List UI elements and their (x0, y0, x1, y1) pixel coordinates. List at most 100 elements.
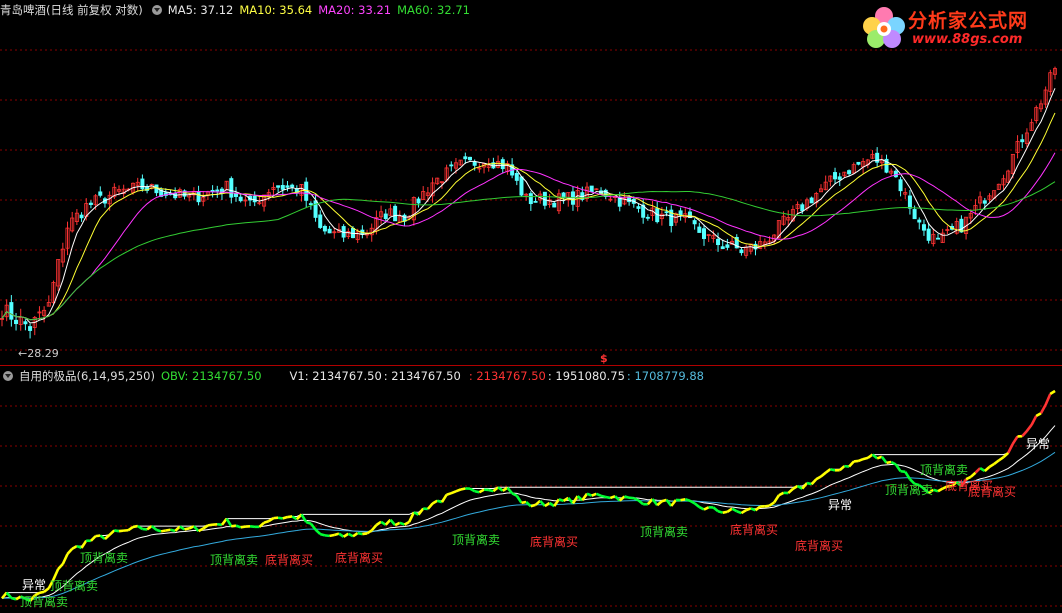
obv-segment (333, 532, 340, 537)
obv-segment (1030, 415, 1038, 426)
obv-segment (693, 502, 701, 509)
obv-segment (277, 516, 283, 520)
obv-segment (394, 521, 401, 527)
obv-segment (440, 494, 448, 503)
obv-segment (871, 453, 878, 460)
indicator-title: 自用的极品(6,14,95,250) (19, 369, 155, 383)
obv-segment (156, 528, 162, 533)
anomaly-label: 异常 (828, 498, 852, 512)
obv-segment (886, 460, 892, 465)
candle-down (725, 244, 730, 248)
obv-segment (108, 529, 116, 536)
obv-segment (450, 490, 457, 495)
candle-down (280, 185, 285, 190)
ma10-line (1, 112, 1056, 321)
v4-value: : 1951080.75 (547, 369, 625, 383)
obv-segment (231, 524, 237, 528)
candle-down (196, 190, 201, 203)
price-panel[interactable]: 青岛啤酒(日线 前复权 对数) MA5: 37.12 MA10: 35.64 M… (0, 0, 1062, 365)
obv-segment (605, 495, 611, 500)
ma20-value: MA20: 33.21 (318, 3, 392, 17)
obv-segment (979, 467, 986, 473)
candle-down (308, 203, 313, 205)
obv-segment (792, 484, 799, 490)
obv-segment (544, 501, 551, 508)
obv-segment (595, 492, 602, 498)
obv-segment (474, 489, 480, 494)
obv-segment (530, 503, 536, 508)
bottom-divergence-label: 底背离买 (335, 550, 383, 565)
obv-segment (426, 502, 434, 510)
ma60-value: MA60: 32.71 (397, 3, 470, 17)
candle-down (645, 216, 650, 219)
candle-down (327, 228, 332, 234)
obv-segment (900, 469, 906, 474)
top-divergence-label: 顶背离卖 (50, 578, 98, 593)
candle-down (514, 173, 519, 181)
candle-down (285, 185, 290, 188)
obv-segment (993, 459, 1000, 465)
candle-down (467, 156, 472, 161)
candle-down (702, 228, 707, 239)
candle-down (907, 195, 912, 209)
obv-segment (80, 539, 88, 549)
candle-down (383, 213, 388, 220)
top-divergence-label: 顶背离卖 (920, 462, 968, 477)
obv-segment (300, 513, 308, 523)
obv-segment (591, 492, 597, 497)
obv-segment (853, 459, 859, 463)
candle-down (276, 185, 281, 188)
obv-segment (184, 527, 190, 531)
obv-segment (1044, 393, 1052, 406)
candle-down (229, 178, 234, 198)
obv-segment (370, 524, 378, 532)
obv-segment (801, 482, 808, 490)
indicator-menu-icon[interactable] (3, 371, 13, 381)
obv-segment (389, 518, 397, 526)
top-divergence-label: 顶背离卖 (452, 532, 500, 547)
candle-down (664, 211, 669, 214)
obv-segment (937, 487, 944, 493)
candle-down (14, 319, 19, 325)
obv-segment (118, 529, 124, 533)
v1-value: V1: 2134767.50 (289, 369, 382, 383)
obv-chart: 异常 顶背离卖顶背离卖顶背离卖 顶背离卖 底背离买 底背离买顶背离卖 底背离买顶背离卖 底背… (0, 389, 1062, 609)
obv-segment (820, 471, 827, 478)
obv-segment (10, 596, 17, 601)
v5-value: : 1708779.88 (626, 369, 704, 383)
obv-segment (1007, 443, 1015, 454)
bottom-divergence-label: 底背离买 (795, 538, 843, 553)
obv-segment (399, 521, 405, 526)
indicator-menu-icon[interactable] (151, 5, 162, 15)
obv-segment (502, 486, 509, 492)
obv-segment (838, 465, 846, 472)
obv-segment (380, 520, 387, 526)
obv-segment (1035, 412, 1042, 417)
obv-segment (932, 488, 939, 493)
obv-segment (240, 525, 246, 529)
candle-down (912, 209, 917, 220)
candle-down (720, 246, 725, 250)
candle-down (23, 321, 28, 325)
candle-down (215, 189, 220, 192)
obv-segment (548, 501, 555, 508)
obv-segment (1025, 424, 1033, 432)
arrow-left-icon: ← (18, 347, 28, 360)
obv-segment (983, 465, 991, 472)
obv-segment (624, 495, 630, 499)
obv-segment (824, 468, 832, 474)
candle-down (716, 238, 721, 246)
obv-segment (71, 544, 78, 550)
obv-segment (217, 522, 223, 527)
bottom-divergence-label: 底背离买 (968, 484, 1016, 499)
top-divergence-label: 顶背离卖 (885, 482, 933, 497)
candle-down (678, 210, 683, 216)
candle-down (847, 170, 852, 175)
indicator-panel[interactable]: 异常 顶背离卖 顶背离卖 顶背离卖 顶背离卖 底背离买 底背离买 顶背离卖 底背离买 顶背离卖 底背… (0, 366, 1062, 613)
obv-segment (684, 498, 691, 503)
candle-down (697, 226, 702, 233)
candle-down (252, 195, 257, 203)
obv-segment (586, 492, 593, 497)
obv-segment (1021, 430, 1028, 438)
bottom-divergence-label: 底背离买 (530, 534, 578, 549)
